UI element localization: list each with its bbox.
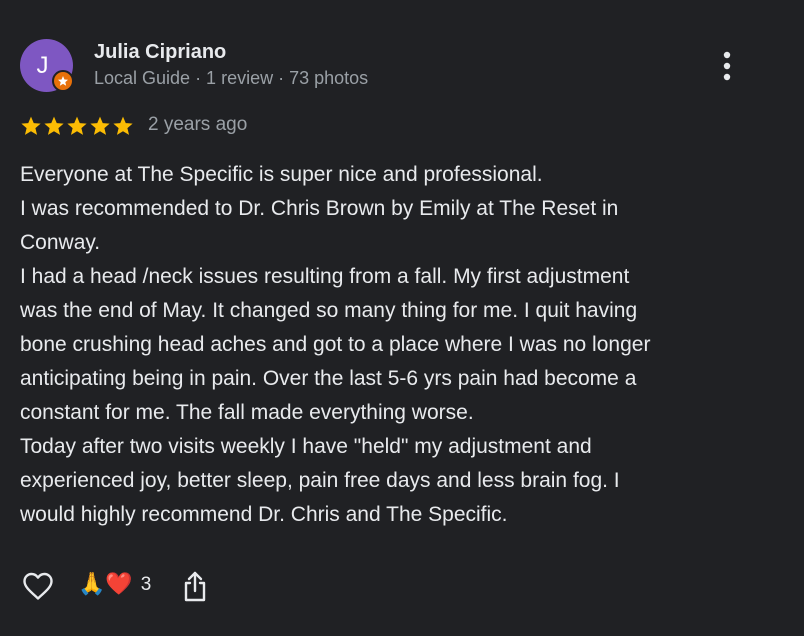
review-date: 2 years ago — [148, 114, 248, 135]
review-line: I had a head /neck issues resulting from… — [20, 265, 630, 288]
review-line: Today after two visits weekly I have "he… — [20, 435, 592, 458]
star-icon — [67, 116, 87, 135]
review-line: constant for me. The fall made everythin… — [20, 401, 474, 424]
reviewer-name[interactable]: Julia Cipriano — [94, 41, 226, 64]
review-line: Conway. — [20, 231, 101, 254]
like-button[interactable] — [20, 568, 56, 604]
share-icon — [184, 571, 206, 602]
review-text: Everyone at The Specific is super nice a… — [20, 158, 780, 532]
review-line: was the end of May. It changed so many t… — [20, 299, 638, 322]
more-options-button[interactable] — [712, 48, 742, 84]
reactions-button[interactable]: 🙏❤️ 3 — [78, 568, 151, 602]
review-line: experienced joy, better sleep, pain free… — [20, 469, 620, 492]
star-icon — [44, 116, 64, 135]
reaction-emojis: 🙏❤️ — [78, 572, 133, 597]
star-icon — [90, 116, 110, 135]
review-line: bone crushing head aches and got to a pl… — [20, 333, 651, 356]
review-line: Everyone at The Specific is super nice a… — [20, 163, 543, 186]
star-icon — [21, 116, 41, 135]
more-vert-icon — [723, 51, 731, 81]
reaction-count: 3 — [140, 574, 152, 595]
review-card: J Julia Cipriano Local Guide · 1 review … — [0, 0, 804, 636]
share-button[interactable] — [180, 568, 210, 604]
review-line: I was recommended to Dr. Chris Brown by … — [20, 197, 619, 220]
star-icon — [113, 116, 133, 135]
review-line: anticipating being in pain. Over the las… — [20, 367, 637, 390]
local-guide-badge-icon — [52, 70, 74, 92]
star-rating — [20, 115, 134, 137]
avatar-initial: J — [36, 52, 49, 79]
review-line: would highly recommend Dr. Chris and The… — [20, 503, 508, 526]
heart-outline-icon — [23, 572, 53, 600]
reviewer-meta[interactable]: Local Guide · 1 review · 73 photos — [94, 68, 368, 89]
